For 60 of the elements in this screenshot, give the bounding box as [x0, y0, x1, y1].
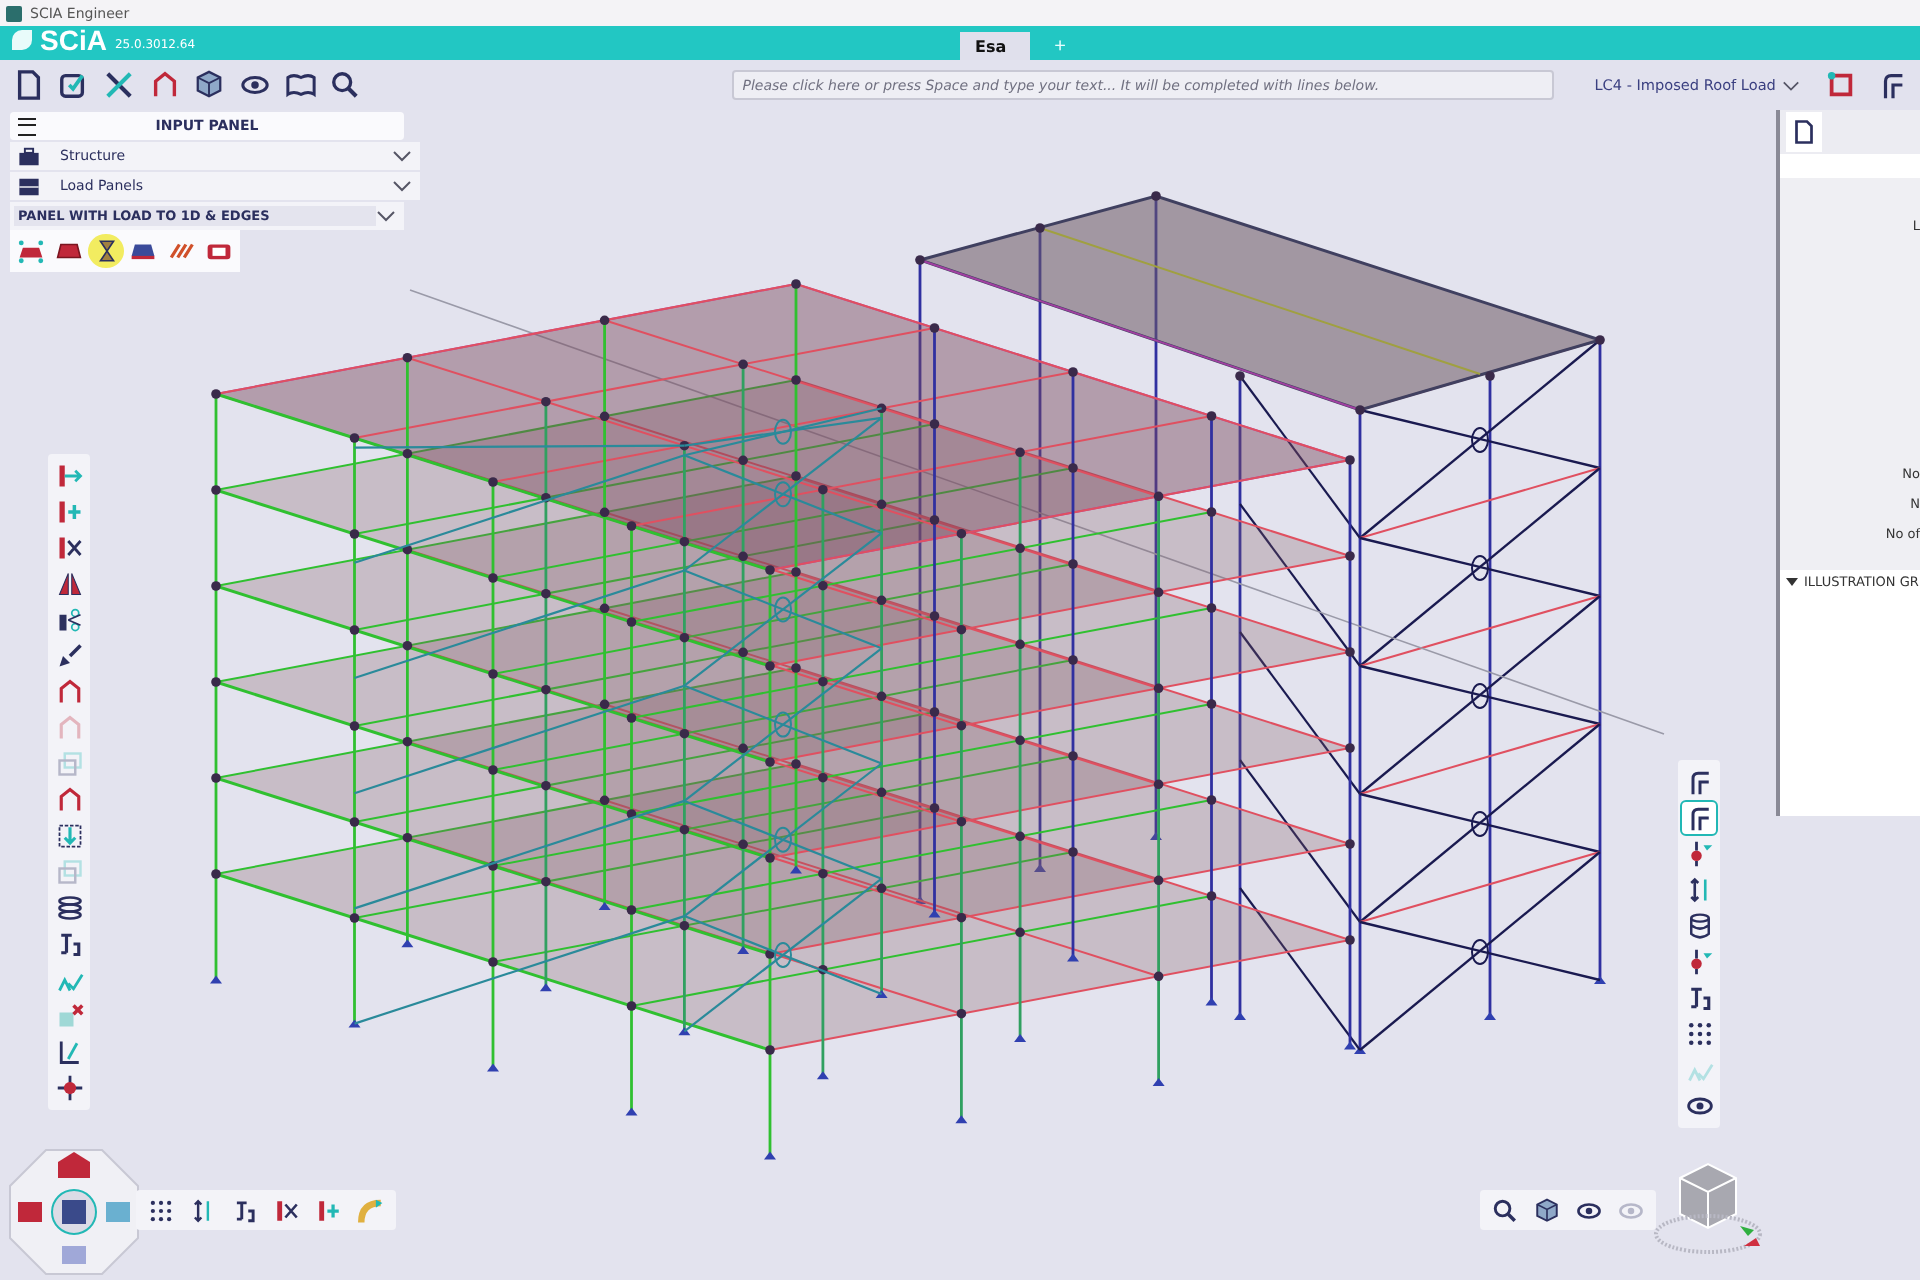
- chevron-down-icon: [1781, 79, 1800, 91]
- database-icon: [1685, 912, 1713, 940]
- hook-icon: [1685, 804, 1713, 832]
- logo-text: SCiA: [40, 24, 107, 56]
- dots-icon: [148, 1197, 174, 1223]
- eye-icon: [240, 70, 271, 100]
- panel-icon: [56, 238, 82, 264]
- eye-icon: [1618, 1197, 1644, 1223]
- split-icon: [274, 1197, 300, 1223]
- pin-icon: [1685, 948, 1713, 976]
- panel-tool-button[interactable]: [88, 234, 125, 268]
- pipe-icon: [358, 1197, 384, 1223]
- box-icon: [194, 70, 225, 100]
- chevron-down-icon[interactable]: [392, 180, 412, 192]
- plus-icon: [316, 1197, 342, 1223]
- chevron-down-icon[interactable]: [392, 150, 412, 162]
- hourglass-icon: [93, 238, 120, 264]
- brush-icon: [55, 642, 83, 670]
- book-icon: [285, 70, 316, 100]
- arrow-right-icon: [55, 462, 83, 490]
- file-icon: [1792, 120, 1816, 144]
- stripes-icon: [168, 238, 195, 264]
- frame-icon: [149, 70, 180, 100]
- node-icon: [55, 1074, 83, 1102]
- leaf-logo-icon: [12, 30, 32, 50]
- arrow-down-icon: [55, 822, 83, 850]
- cross-icon: [55, 1002, 83, 1030]
- move-icon: [1685, 876, 1713, 904]
- frame-icon: [55, 678, 83, 706]
- collapse-triangle-icon[interactable]: [1786, 578, 1798, 586]
- scissors-icon: [55, 606, 83, 634]
- eye-icon: [1685, 1092, 1713, 1120]
- menu-icon[interactable]: [18, 117, 36, 135]
- square-check-icon: [58, 70, 89, 100]
- axis-icon: [55, 1038, 83, 1066]
- search-icon: [330, 70, 361, 100]
- eye-icon: [1576, 1197, 1602, 1223]
- toolbar-button[interactable]: [1680, 800, 1718, 836]
- dots-icon: [1685, 1020, 1713, 1048]
- split-icon: [55, 534, 83, 562]
- panel-nodes-icon: [18, 238, 45, 264]
- copy-icon: [55, 858, 83, 886]
- document-tab[interactable]: Esa: [959, 32, 1031, 60]
- app-icon: [6, 5, 22, 21]
- search-icon: [1492, 1197, 1518, 1223]
- pin-icon: [1685, 840, 1713, 868]
- square-icon: [1826, 70, 1857, 100]
- properties-tab[interactable]: [1786, 112, 1822, 152]
- mirror-icon: [55, 570, 83, 598]
- toolbox-icon: [18, 145, 40, 167]
- copy-icon: [55, 750, 83, 778]
- hook-icon: [1685, 768, 1713, 796]
- box-icon: [1534, 1197, 1560, 1223]
- frame-icon: [55, 786, 83, 814]
- plus-icon: [55, 498, 83, 526]
- frame-icon: [55, 714, 83, 742]
- layers-icon: [55, 894, 83, 922]
- chevron-down-icon[interactable]: [376, 210, 396, 222]
- file-icon: [13, 70, 44, 100]
- navigation-wheel-drawing[interactable]: [9, 1149, 139, 1275]
